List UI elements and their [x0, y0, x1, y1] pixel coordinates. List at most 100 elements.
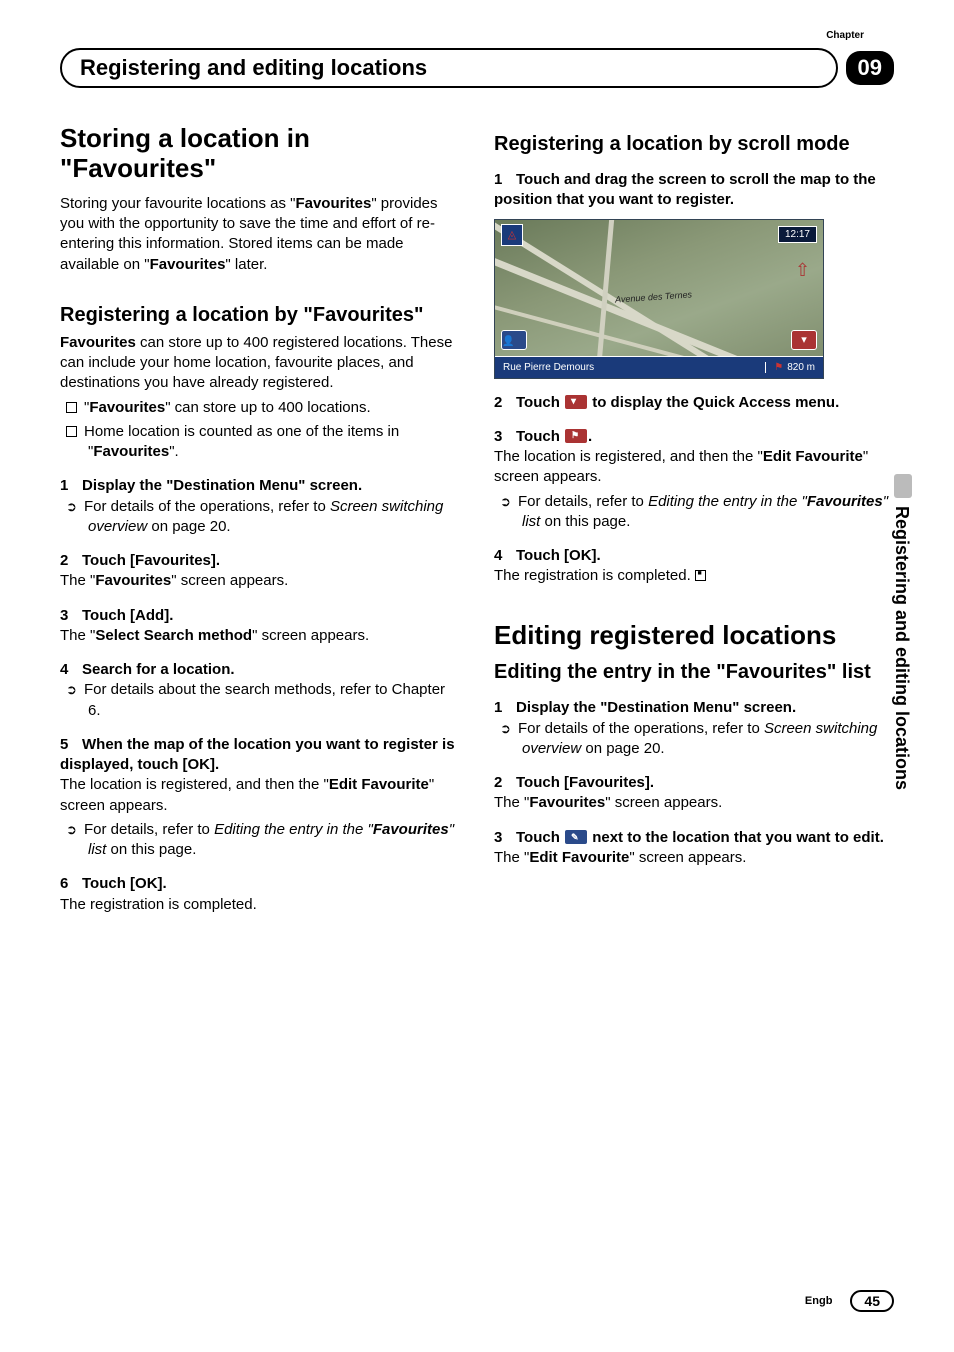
bullet-box-icon — [66, 402, 77, 413]
text: Touch — [516, 829, 564, 846]
text: Editing the entry in the " — [214, 821, 373, 838]
edit-step-1-head: 1Display the "Destination Menu" screen. — [494, 698, 894, 718]
map-compass-icon — [795, 260, 815, 288]
edit-step-3-after: The "Edit Favourite" screen appears. — [494, 848, 894, 868]
step-text: Touch [Favourites]. — [82, 552, 220, 569]
step-number: 4 — [60, 660, 82, 680]
step-5-head: 5When the map of the location you want t… — [60, 735, 460, 776]
chapter-label: Chapter — [826, 30, 864, 41]
heading-editing-registered: Editing registered locations — [494, 621, 894, 651]
footer-page-number: 45 — [850, 1290, 894, 1312]
edit-step-1-note: For details of the operations, refer to … — [494, 719, 894, 760]
footer-language: Engb — [805, 1295, 833, 1307]
text: " can store up to 400 locations. — [165, 399, 370, 416]
step-number: 1 — [60, 476, 82, 496]
step-5-note: For details, refer to Editing the entry … — [60, 820, 460, 861]
scroll-step-1-head: 1Touch and drag the screen to scroll the… — [494, 170, 894, 211]
bullet-item: Home location is counted as one of the i… — [60, 422, 460, 463]
step-text: Touch and drag the screen to scroll the … — [494, 171, 876, 208]
step-text: Display the "Destination Menu" screen. — [82, 477, 362, 494]
text: For details about the search methods, re… — [84, 681, 445, 718]
text: Edit Favourite — [529, 849, 629, 866]
step-text: Display the "Destination Menu" screen. — [516, 699, 796, 716]
step-3-after: The "Select Search method" screen appear… — [60, 626, 460, 646]
edit-step-2-head: 2Touch [Favourites]. — [494, 773, 894, 793]
text: The " — [60, 572, 95, 589]
text: " screen appears. — [252, 627, 369, 644]
step-6-after: The registration is completed. — [60, 895, 460, 915]
quick-access-icon — [564, 394, 588, 410]
map-distance: 820 m — [765, 362, 823, 373]
heading-storing-location: Storing a location in "Favourites" — [60, 124, 460, 184]
text: to display the Quick Access menu. — [588, 394, 839, 411]
text: Favourites — [93, 443, 169, 460]
step-2-after: The "Favourites" screen appears. — [60, 571, 460, 591]
step-1-head: 1Display the "Destination Menu" screen. — [60, 476, 460, 496]
register-flag-icon — [564, 428, 588, 444]
step-text: Touch [OK]. — [516, 547, 601, 564]
text: For details, refer to — [518, 493, 648, 510]
step-number: 6 — [60, 874, 82, 894]
text: " later. — [225, 256, 267, 273]
bullet-box-icon — [66, 426, 77, 437]
step-5-after: The location is registered, and then the… — [60, 775, 460, 816]
scroll-step-4-after: The registration is completed. — [494, 566, 894, 586]
step-number: 3 — [60, 606, 82, 626]
text: The " — [494, 794, 529, 811]
arrow-icon — [66, 820, 84, 840]
arrow-icon — [66, 680, 84, 700]
end-section-icon — [695, 570, 706, 581]
step-text: Touch [OK]. — [82, 875, 167, 892]
heading-registering-by-scroll: Registering a location by scroll mode — [494, 132, 894, 156]
map-street-center-label: Avenue des Ternes — [615, 289, 693, 304]
text: Favourites — [95, 572, 171, 589]
text: . — [588, 428, 592, 445]
text: Storing your favourite locations as " — [60, 195, 295, 212]
text: " screen appears. — [629, 849, 746, 866]
step-number: 4 — [494, 546, 516, 566]
scroll-step-2-head: 2Touch to display the Quick Access menu. — [494, 393, 894, 413]
text: The " — [60, 627, 95, 644]
edit-pencil-icon — [564, 829, 588, 845]
step-2-head: 2Touch [Favourites]. — [60, 551, 460, 571]
page-footer: Engb 45 — [805, 1290, 894, 1312]
heading-registering-by-favourites: Registering a location by "Favourites" — [60, 303, 460, 327]
text: Favourites — [150, 256, 226, 273]
map-bottom-street: Rue Pierre Demours — [495, 362, 765, 373]
text: 820 m — [787, 362, 815, 373]
text: Favourites — [60, 334, 136, 351]
scroll-step-4-head: 4Touch [OK]. — [494, 546, 894, 566]
reg-intro-paragraph: Favourites can store up to 400 registere… — [60, 333, 460, 394]
edit-step-3-head: 3Touch next to the location that you wan… — [494, 828, 894, 848]
scroll-step-3-head: 3Touch . — [494, 427, 894, 447]
step-number: 3 — [494, 427, 516, 447]
step-number: 1 — [494, 170, 516, 190]
text: For details of the operations, refer to — [84, 498, 330, 515]
step-6-head: 6Touch [OK]. — [60, 874, 460, 894]
map-time-badge: 12:17 — [778, 226, 817, 243]
text: The registration is completed. — [494, 567, 691, 584]
scroll-step-3-after: The location is registered, and then the… — [494, 447, 894, 488]
text: For details of the operations, refer to — [518, 720, 764, 737]
map-triangle-icon — [501, 224, 523, 246]
heading-editing-entry: Editing the entry in the "Favourites" li… — [494, 660, 894, 684]
text: The location is registered, and then the… — [494, 448, 763, 465]
step-number: 3 — [494, 828, 516, 848]
map-quick-access-icon — [791, 330, 817, 350]
step-1-note: For details of the operations, refer to … — [60, 497, 460, 538]
text: on this page. — [540, 513, 630, 530]
text: Favourites — [89, 399, 165, 416]
step-text: Touch [Add]. — [82, 607, 173, 624]
bullet-item: "Favourites" can store up to 400 locatio… — [60, 398, 460, 418]
step-4-head: 4Search for a location. — [60, 660, 460, 680]
text: Favourites — [373, 821, 449, 838]
step-number: 2 — [494, 773, 516, 793]
map-person-icon — [501, 330, 527, 350]
arrow-icon — [500, 719, 518, 739]
step-text: When the map of the location you want to… — [60, 736, 455, 773]
text: Favourites — [295, 195, 371, 212]
text: Edit Favourite — [329, 776, 429, 793]
scroll-step-3-note: For details, refer to Editing the entry … — [494, 492, 894, 533]
arrow-icon — [66, 497, 84, 517]
step-number: 5 — [60, 735, 82, 755]
